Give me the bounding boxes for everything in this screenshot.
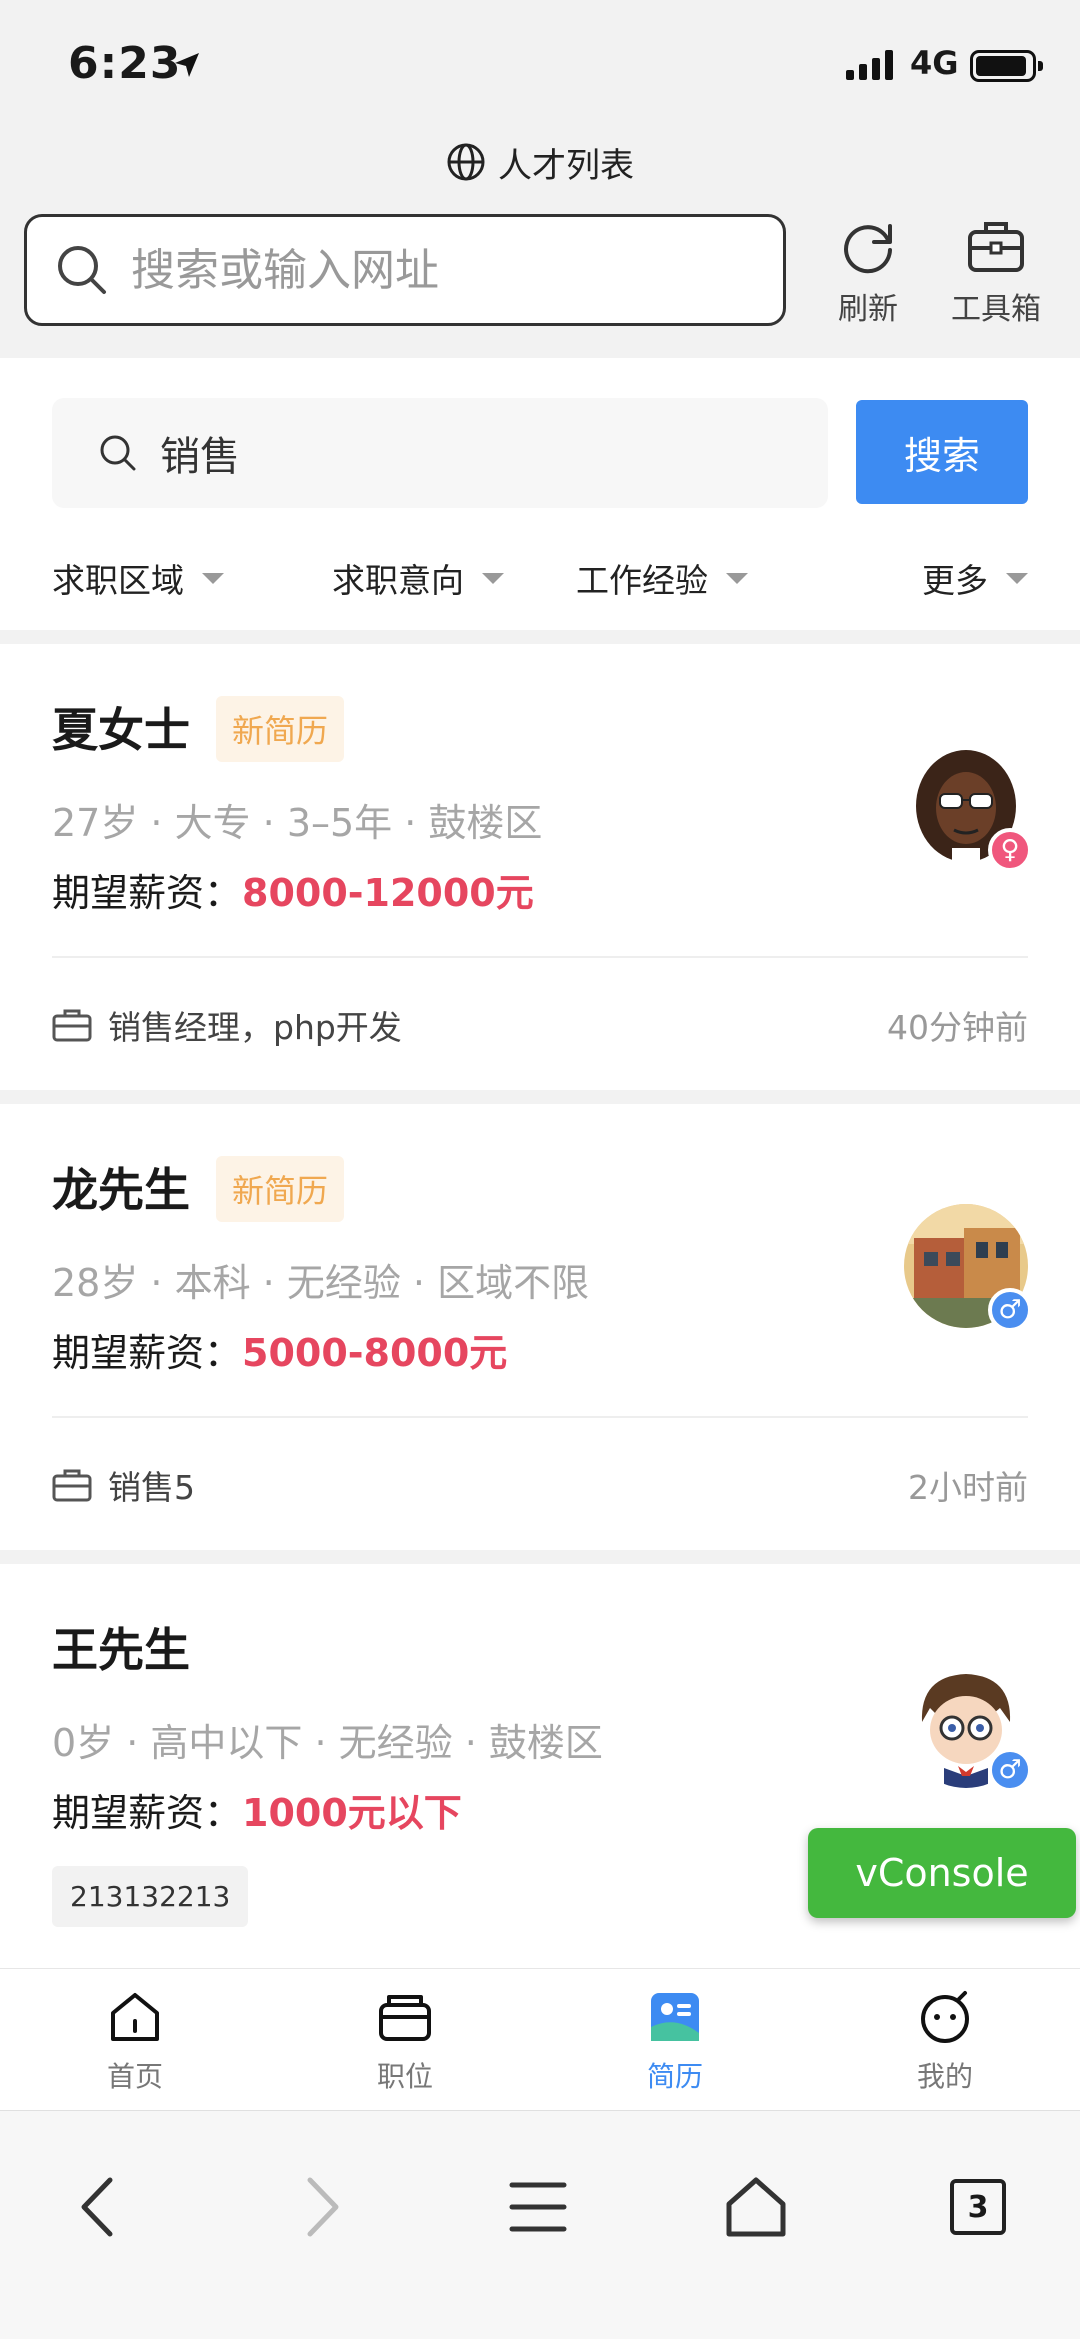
- network-type: 4G: [910, 44, 959, 82]
- briefcase-icon: [52, 1469, 92, 1502]
- filter-bar: 求职区域 求职意向 工作经验 更多: [0, 538, 1080, 618]
- home-icon: [726, 2177, 786, 2237]
- resume-card[interactable]: 夏女士 新简历 27岁 · 大专 · 3–5年 · 鼓楼区 期望薪资：8000-…: [0, 644, 1080, 1090]
- search-icon: [58, 246, 106, 294]
- tab-label: 我的: [916, 2060, 973, 2093]
- avatar: ♀: [904, 744, 1032, 872]
- filter-intention[interactable]: 求职意向: [296, 538, 540, 618]
- new-resume-badge: 新简历: [216, 1156, 345, 1222]
- card-footer: 销售经理，php开发 40分钟前: [52, 1000, 1028, 1050]
- filter-more[interactable]: 更多: [784, 538, 1080, 618]
- forward-arrow-icon: [307, 2177, 339, 2237]
- battery-icon: [970, 50, 1043, 82]
- male-icon: ♂: [988, 1288, 1032, 1332]
- browser-page-title: 人才列表: [0, 132, 1080, 192]
- toolbox-icon: [968, 222, 1024, 272]
- candidate-name: 龙先生: [52, 1163, 190, 1217]
- search-panel: 搜索 求职区域 求职意向 工作经验 更多: [0, 358, 1080, 630]
- back-arrow-icon: [81, 2177, 113, 2237]
- avatar: ♂: [904, 1204, 1032, 1332]
- toolbox-label: 工具箱: [951, 292, 1041, 327]
- tab-label: 简历: [646, 2060, 703, 2093]
- salary-amount: 8000-12000元: [242, 871, 534, 915]
- avatar: ♂: [904, 1664, 1032, 1792]
- tab-mine[interactable]: 我的: [810, 1969, 1080, 2110]
- filter-label: 求职区域: [52, 561, 184, 600]
- filter-region[interactable]: 求职区域: [0, 538, 296, 618]
- card-divider: [52, 1416, 1028, 1418]
- chevron-down-icon: [1006, 572, 1028, 584]
- tab-label: 职位: [376, 2060, 433, 2093]
- resume-card[interactable]: 龙先生 新简历 28岁 · 本科 · 无经验 · 区域不限 期望薪资：5000-…: [0, 1104, 1080, 1550]
- briefcase-icon: [379, 1995, 431, 2041]
- female-icon: ♀: [988, 828, 1032, 872]
- filter-experience[interactable]: 工作经验: [540, 538, 784, 618]
- refresh-button[interactable]: 刷新: [818, 214, 918, 334]
- candidate-meta: 28岁 · 本科 · 无经验 · 区域不限: [52, 1261, 590, 1305]
- male-icon: ♂: [988, 1748, 1032, 1792]
- home-icon: [111, 1993, 159, 2041]
- menu-icon: [509, 2182, 567, 2232]
- refresh-label: 刷新: [838, 292, 898, 327]
- expected-salary: 期望薪资：8000-12000元: [52, 862, 534, 917]
- back-button[interactable]: [50, 2157, 150, 2257]
- chevron-down-icon: [726, 572, 748, 584]
- tab-jobs[interactable]: 职位: [270, 1969, 540, 2110]
- tab-resume[interactable]: 简历: [540, 1969, 810, 2110]
- card-footer: 销售5 2小时前: [52, 1460, 1028, 1510]
- browser-nav-bar: 3: [0, 2110, 1080, 2339]
- update-time: 40分钟前: [887, 1008, 1028, 1047]
- globe-icon: [447, 143, 485, 181]
- location-arrow-icon: [175, 53, 199, 77]
- salary-amount: 5000-8000元: [242, 1331, 508, 1375]
- salary-label: 期望薪资：: [52, 871, 243, 915]
- profile-icon: [921, 1991, 969, 2043]
- filter-label: 更多: [922, 561, 988, 600]
- status-time: 6:23: [68, 38, 182, 89]
- tab-label: 首页: [106, 2060, 163, 2093]
- home-button[interactable]: [706, 2157, 806, 2257]
- salary-label: 期望薪资：: [52, 1791, 243, 1835]
- page-title-text: 人才列表: [498, 145, 634, 186]
- search-icon: [100, 435, 136, 471]
- vconsole-button[interactable]: vConsole: [808, 1828, 1076, 1918]
- job-intent: 销售经理，php开发: [108, 1008, 402, 1047]
- url-input[interactable]: [131, 244, 771, 296]
- salary-amount: 1000元以下: [242, 1791, 462, 1835]
- new-resume-badge: 新简历: [216, 696, 345, 762]
- resume-icon: [651, 1993, 699, 2041]
- forward-button[interactable]: [270, 2157, 370, 2257]
- filter-label: 工作经验: [576, 561, 708, 600]
- job-intent: 销售5: [108, 1468, 195, 1507]
- url-bar[interactable]: [24, 214, 786, 326]
- tab-home[interactable]: 首页: [0, 1969, 270, 2110]
- candidate-meta: 0岁 · 高中以下 · 无经验 · 鼓楼区: [52, 1721, 603, 1765]
- menu-button[interactable]: [488, 2157, 588, 2257]
- toolbox-button[interactable]: 工具箱: [946, 214, 1046, 334]
- tabs-count-icon: 3: [950, 2179, 1006, 2235]
- keyword-input[interactable]: [160, 430, 780, 476]
- search-button[interactable]: 搜索: [856, 400, 1028, 504]
- chevron-down-icon: [202, 572, 224, 584]
- candidate-name: 王先生: [52, 1623, 190, 1677]
- cellular-signal-icon: [846, 50, 893, 80]
- card-divider: [52, 956, 1028, 958]
- app-tab-bar: 首页 职位 简历 我的: [0, 1968, 1080, 2110]
- briefcase-icon: [52, 1009, 92, 1042]
- chevron-down-icon: [482, 572, 504, 584]
- refresh-icon: [844, 224, 892, 274]
- status-bar: 6:23 4G: [0, 0, 1080, 130]
- candidate-meta: 27岁 · 大专 · 3–5年 · 鼓楼区: [52, 801, 543, 845]
- resume-list-page: 搜索 求职区域 求职意向 工作经验 更多 夏女士 新简历 27岁 · 大专 · …: [0, 358, 1080, 1968]
- expected-salary: 期望薪资：1000元以下: [52, 1782, 462, 1837]
- expected-salary: 期望薪资：5000-8000元: [52, 1322, 507, 1377]
- update-time: 2小时前: [908, 1468, 1028, 1507]
- keyword-search-box[interactable]: [52, 398, 828, 508]
- filter-label: 求职意向: [332, 561, 464, 600]
- resume-tag: 213132213: [52, 1866, 249, 1927]
- salary-label: 期望薪资：: [52, 1331, 243, 1375]
- tabs-button[interactable]: 3: [928, 2157, 1028, 2257]
- candidate-name: 夏女士: [52, 703, 190, 757]
